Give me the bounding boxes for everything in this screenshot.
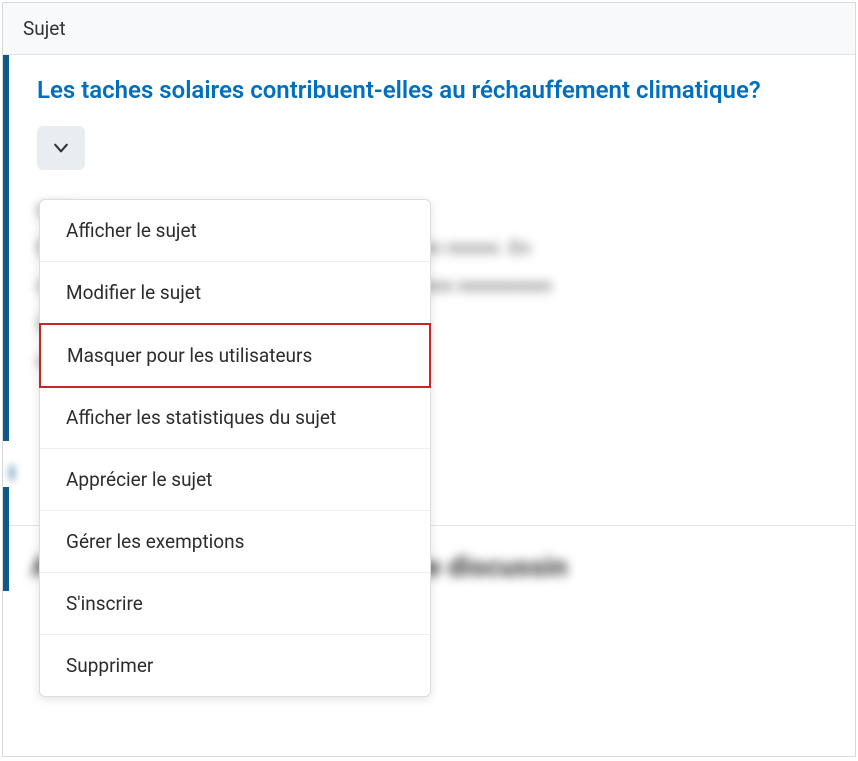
- menu-hide-for-users[interactable]: Masquer pour les utilisateurs: [39, 323, 431, 388]
- menu-edit-topic[interactable]: Modifier le sujet: [40, 262, 430, 324]
- app-container: Sujet Les taches solaires contribuent-el…: [2, 2, 856, 757]
- menu-subscribe[interactable]: S'inscrire: [40, 573, 430, 635]
- topic-title[interactable]: Les taches solaires contribuent-elles au…: [37, 75, 827, 106]
- topic-actions-menu: Afficher le sujet Modifier le sujet Masq…: [39, 199, 431, 697]
- menu-view-topic[interactable]: Afficher le sujet: [40, 200, 430, 262]
- topic-actions-toggle[interactable]: [37, 126, 85, 170]
- menu-delete[interactable]: Supprimer: [40, 635, 430, 696]
- side-indicator: [3, 487, 9, 591]
- menu-rate-topic[interactable]: Apprécier le sujet: [40, 449, 430, 511]
- header-bar: Sujet: [3, 3, 855, 55]
- header-label: Sujet: [23, 17, 66, 40]
- menu-manage-exemptions[interactable]: Gérer les exemptions: [40, 511, 430, 573]
- menu-view-stats[interactable]: Afficher les statistiques du sujet: [40, 387, 430, 449]
- chevron-down-icon: [51, 138, 71, 158]
